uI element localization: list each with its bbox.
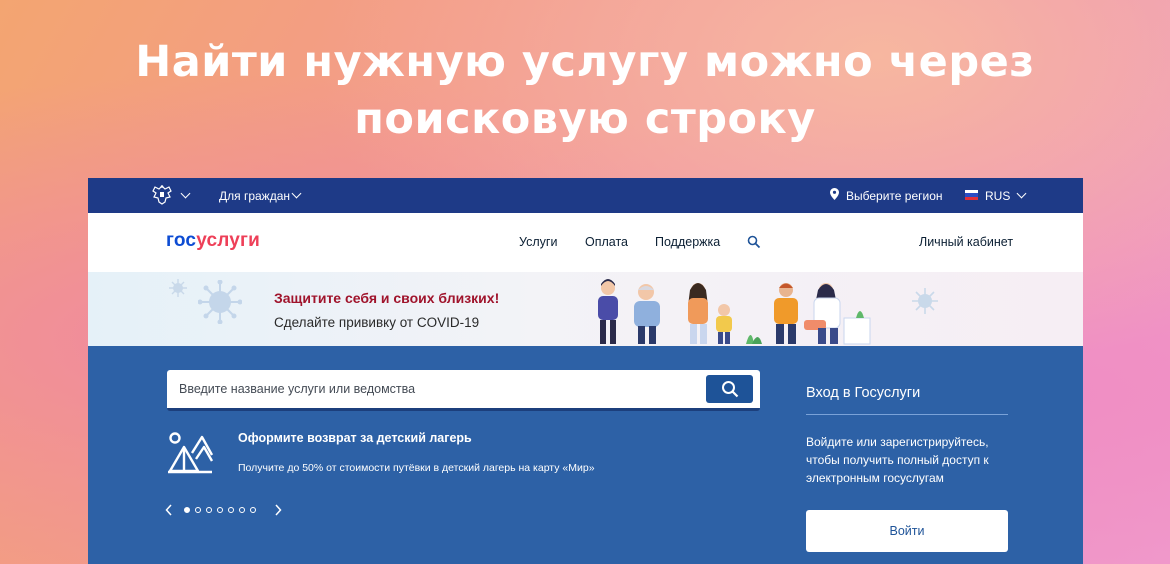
service-search (167, 370, 760, 411)
citizens-menu[interactable]: Для граждан (219, 189, 290, 203)
russian-flag-icon (965, 190, 978, 200)
login-description: Войдите или зарегистрируйтесь, чтобы пол… (806, 435, 989, 485)
pager-dot[interactable] (239, 507, 245, 513)
search-input[interactable] (167, 370, 697, 408)
promo-title[interactable]: Оформите возврат за детский лагерь (238, 431, 472, 445)
logo-part-uslugi: услуги (196, 230, 261, 251)
main-nav: госуслуги Услуги Оплата Поддержка Личный… (88, 213, 1083, 272)
covid-banner[interactable]: Защитите себя и своих близких! Сделайте … (88, 272, 1083, 346)
chevron-left-icon[interactable] (164, 503, 174, 517)
camp-tent-icon (168, 432, 214, 474)
gosuslugi-logo[interactable]: госуслуги (166, 230, 260, 252)
virus-icon (198, 280, 242, 324)
region-selector[interactable]: Выберите регион (846, 189, 943, 203)
language-selector[interactable]: RUS (985, 189, 1010, 203)
gosuslugi-page: Для граждан Выберите регион RUS госуслуг… (88, 178, 1083, 564)
promo-pager (164, 503, 283, 517)
pager-dot[interactable] (228, 507, 234, 513)
pager-dot[interactable] (217, 507, 223, 513)
nav-payment[interactable]: Оплата (585, 235, 628, 249)
divider (806, 414, 1008, 415)
chevron-down-icon[interactable] (180, 188, 191, 199)
personal-cabinet-link[interactable]: Личный кабинет (919, 235, 1013, 249)
logo-part-gos: гос (166, 230, 197, 251)
search-icon (721, 381, 738, 398)
banner-title: Защитите себя и своих близких! (274, 290, 500, 306)
banner-subtitle: Сделайте прививку от COVID-19 (274, 315, 480, 330)
chevron-down-icon[interactable] (291, 188, 302, 199)
virus-icon (169, 279, 187, 297)
vaccination-illustration (598, 279, 871, 345)
pager-dot[interactable] (195, 507, 201, 513)
virus-icon (912, 288, 938, 314)
pager-dot[interactable] (206, 507, 212, 513)
headline: Найти нужную услугу можно через поисковую… (135, 37, 1035, 144)
search-button[interactable] (706, 375, 753, 403)
top-bar: Для граждан Выберите регион RUS (88, 178, 1083, 213)
coat-of-arms-icon[interactable] (150, 184, 174, 206)
promo-text: Получите до 50% от стоимости путёвки в д… (238, 462, 595, 474)
search-icon[interactable] (747, 235, 761, 249)
chevron-down-icon[interactable] (1016, 188, 1027, 199)
location-pin-icon (830, 188, 839, 200)
pager-dot[interactable] (184, 507, 190, 513)
login-title: Вход в Госуслуги (806, 385, 921, 401)
nav-support[interactable]: Поддержка (655, 235, 720, 249)
login-button[interactable]: Войти (806, 510, 1008, 552)
pager-dot[interactable] (250, 507, 256, 513)
nav-services[interactable]: Услуги (519, 235, 557, 249)
chevron-right-icon[interactable] (273, 503, 283, 517)
